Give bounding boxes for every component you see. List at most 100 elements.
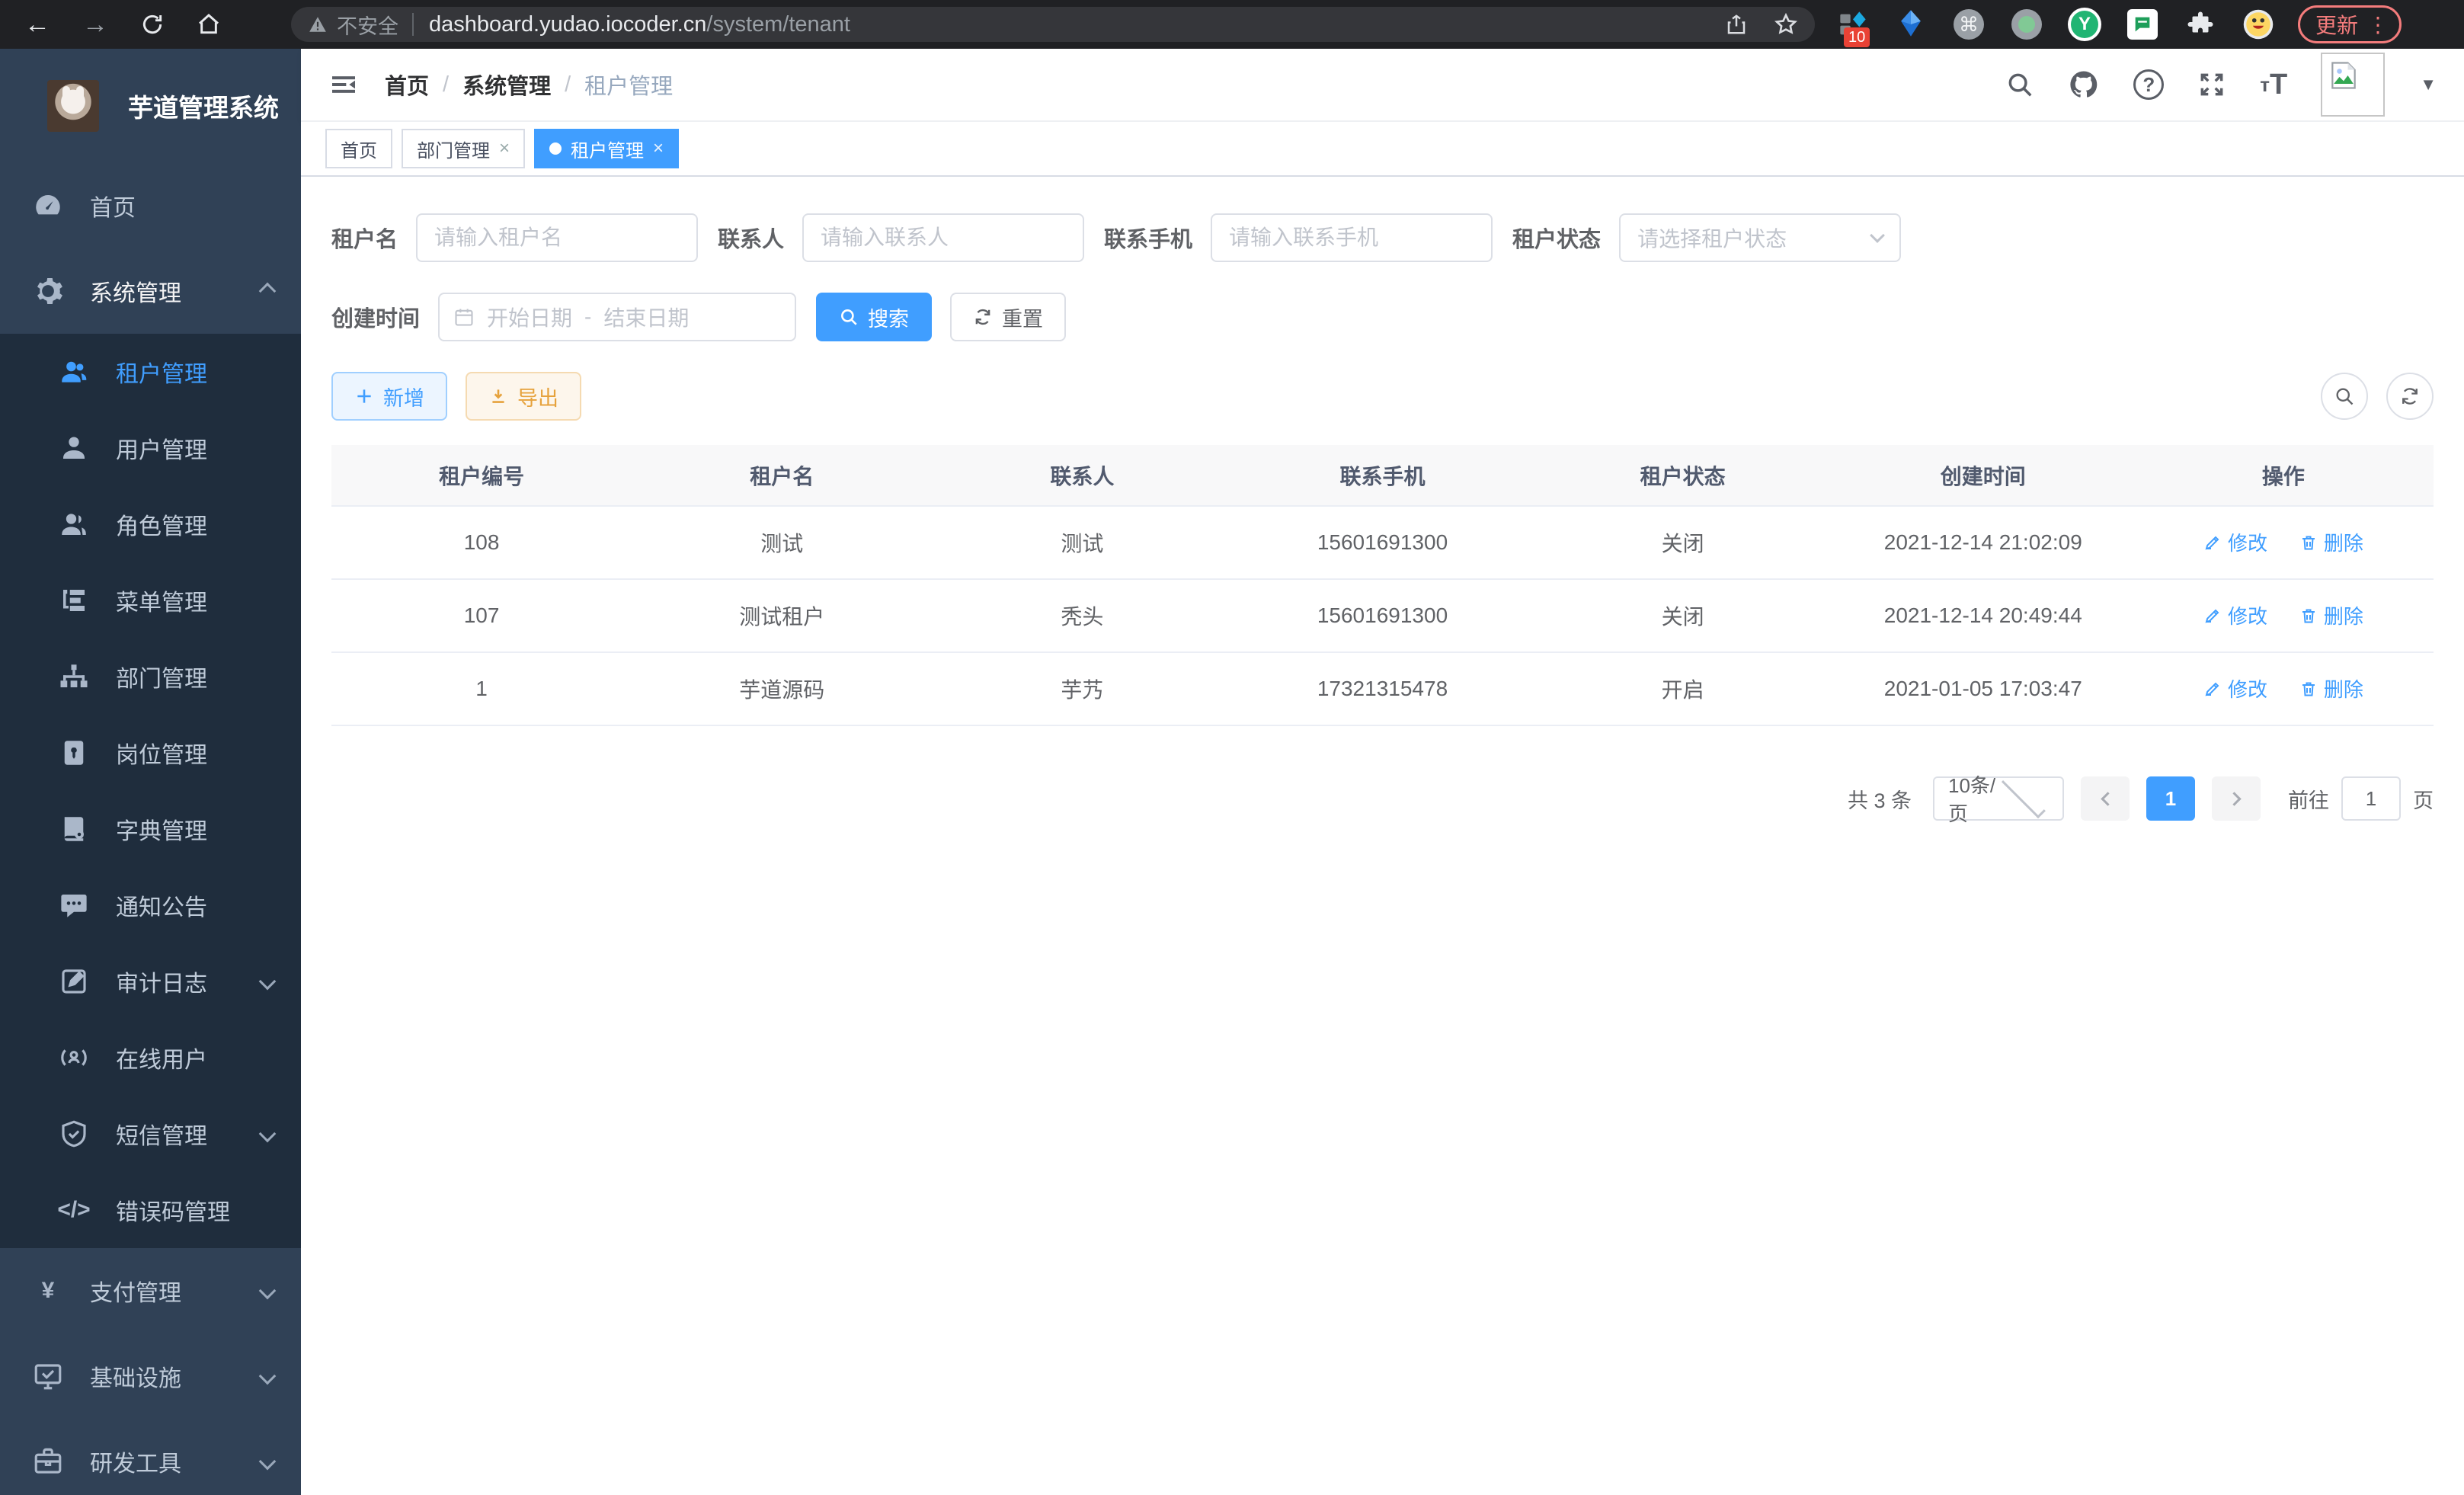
- close-icon[interactable]: ×: [499, 138, 510, 159]
- tab-dept[interactable]: 部门管理 ×: [402, 129, 525, 168]
- tenant-name-input[interactable]: [416, 213, 698, 262]
- next-page-button[interactable]: [2212, 776, 2261, 821]
- sidebar-item-tenant[interactable]: 租户管理: [0, 334, 301, 410]
- sidebar-item-devtools[interactable]: 研发工具: [0, 1419, 301, 1495]
- sidebar-item-infra[interactable]: 基础设施: [0, 1333, 301, 1419]
- sidebar-item-sms[interactable]: 短信管理: [0, 1096, 301, 1172]
- tab-home[interactable]: 首页: [325, 129, 392, 168]
- search-button-label: 搜索: [868, 303, 909, 332]
- reset-button[interactable]: 重置: [950, 293, 1066, 341]
- chevron-left-icon: [2101, 792, 2114, 805]
- status-placeholder: 请选择租户状态: [1637, 222, 1872, 253]
- table-header-row: 租户编号 租户名 联系人 联系手机 租户状态 创建时间 操作: [331, 445, 2434, 506]
- share-icon[interactable]: [1725, 13, 1748, 36]
- page-number-current[interactable]: 1: [2146, 776, 2195, 821]
- profile-avatar-icon[interactable]: [2242, 8, 2275, 41]
- sidebar-item-post[interactable]: 岗位管理: [0, 715, 301, 791]
- sidebar-item-dict[interactable]: 字典管理: [0, 791, 301, 867]
- extension-diamond-icon[interactable]: 10: [1836, 8, 1870, 41]
- chrome-update-button[interactable]: 更新 ⋮: [2298, 5, 2402, 43]
- contact-label: 联系人: [718, 222, 784, 254]
- extensions-puzzle-icon[interactable]: [2184, 8, 2217, 41]
- show-search-toggle-button[interactable]: [2321, 373, 2368, 420]
- cell-status: 关闭: [1533, 579, 1833, 652]
- delete-link[interactable]: 删除: [2299, 528, 2363, 556]
- col-actions: 操作: [2133, 445, 2434, 506]
- prev-page-button[interactable]: [2081, 776, 2130, 821]
- add-button[interactable]: 新增: [331, 372, 447, 421]
- export-button[interactable]: 导出: [466, 372, 581, 421]
- edit-link[interactable]: 修改: [2203, 528, 2267, 556]
- address-bar[interactable]: 不安全 dashboard.yudao.iocoder.cn/system/te…: [291, 7, 1815, 42]
- sidebar-item-label: 支付管理: [90, 1274, 261, 1308]
- insecure-warning-icon: [308, 14, 328, 34]
- font-size-icon[interactable]: тT: [2260, 69, 2287, 101]
- sidebar-item-errcode[interactable]: </> 错误码管理: [0, 1172, 301, 1248]
- mobile-input[interactable]: [1211, 213, 1493, 262]
- extension-y-icon[interactable]: Y: [2068, 8, 2101, 41]
- security-label[interactable]: 不安全: [337, 10, 398, 40]
- breadcrumb-home[interactable]: 首页: [385, 69, 429, 101]
- home-icon[interactable]: [197, 12, 221, 37]
- status-select[interactable]: 请选择租户状态: [1619, 213, 1901, 262]
- sidebar-item-system[interactable]: 系统管理: [0, 248, 301, 334]
- sidebar-item-role[interactable]: 角色管理: [0, 486, 301, 562]
- search-button[interactable]: 搜索: [816, 293, 932, 341]
- chevron-down-icon: [259, 973, 277, 991]
- add-button-label: 新增: [383, 382, 424, 411]
- reload-icon[interactable]: [140, 12, 165, 37]
- sidebar-item-online[interactable]: 在线用户: [0, 1020, 301, 1096]
- cell-contact: 测试: [932, 506, 1232, 579]
- chevron-down-icon: [2001, 774, 2045, 818]
- cell-tenant-name: 芋道源码: [632, 652, 932, 725]
- trash-icon: [2299, 680, 2318, 698]
- col-status: 租户状态: [1533, 445, 1833, 506]
- sidebar-item-label: 研发工具: [90, 1445, 261, 1478]
- sidebar-item-menu[interactable]: 菜单管理: [0, 562, 301, 639]
- col-mobile: 联系手机: [1232, 445, 1532, 506]
- page-size-select[interactable]: 10条/页: [1933, 776, 2064, 821]
- extension-kite-icon[interactable]: [1894, 8, 1928, 41]
- tab-tenant[interactable]: 租户管理 ×: [534, 129, 679, 168]
- chrome-menu-icon[interactable]: ⋮: [2367, 12, 2389, 37]
- contact-input[interactable]: [802, 213, 1084, 262]
- delete-link[interactable]: 删除: [2299, 601, 2363, 629]
- edit-link[interactable]: 修改: [2203, 601, 2267, 629]
- date-range-picker[interactable]: 开始日期 - 结束日期: [438, 293, 796, 341]
- header-search-icon[interactable]: [2005, 70, 2034, 99]
- sidebar-item-pay[interactable]: ¥ 支付管理: [0, 1248, 301, 1333]
- sidebar-item-label: 首页: [90, 189, 274, 222]
- back-icon[interactable]: ←: [24, 11, 50, 37]
- search-icon: [839, 307, 859, 327]
- extension-dot-icon[interactable]: [2010, 8, 2043, 41]
- user-avatar[interactable]: [2321, 53, 2385, 117]
- sidebar-item-notice[interactable]: 通知公告: [0, 867, 301, 943]
- breadcrumb: 首页 / 系统管理 / 租户管理: [385, 69, 673, 101]
- search-icon: [2334, 386, 2355, 407]
- github-icon[interactable]: [2068, 69, 2100, 101]
- goto-page-input[interactable]: [2341, 776, 2401, 821]
- close-icon[interactable]: ×: [653, 138, 664, 159]
- sidebar-item-user[interactable]: 用户管理: [0, 410, 301, 486]
- sidebar-item-home[interactable]: 首页: [0, 163, 301, 248]
- cell-created: 2021-01-05 17:03:47: [1833, 652, 2133, 725]
- extension-chat-icon[interactable]: [2126, 8, 2159, 41]
- fullscreen-icon[interactable]: [2197, 70, 2226, 99]
- extension-command-icon[interactable]: ⌘: [1952, 8, 1986, 41]
- sidebar-item-label: 租户管理: [116, 355, 274, 389]
- sidebar-item-dept[interactable]: 部门管理: [0, 639, 301, 715]
- help-icon[interactable]: ?: [2133, 69, 2164, 100]
- avatar-caret-icon[interactable]: ▼: [2420, 75, 2437, 94]
- url-text[interactable]: dashboard.yudao.iocoder.cn/system/tenant: [429, 12, 850, 37]
- edit-link[interactable]: 修改: [2203, 674, 2267, 703]
- sidebar-item-audit[interactable]: 审计日志: [0, 943, 301, 1020]
- bookmark-star-icon[interactable]: [1774, 12, 1798, 37]
- collapse-sidebar-icon[interactable]: [328, 69, 359, 100]
- sidebar-item-label: 岗位管理: [116, 736, 274, 770]
- breadcrumb-system[interactable]: 系统管理: [462, 69, 551, 101]
- delete-link[interactable]: 删除: [2299, 674, 2363, 703]
- forward-icon[interactable]: →: [82, 11, 108, 37]
- sidebar-logo[interactable]: 芋道管理系统: [0, 49, 301, 163]
- pagination: 共 3 条 10条/页 1 前往 页: [331, 776, 2434, 821]
- refresh-table-button[interactable]: [2386, 373, 2434, 420]
